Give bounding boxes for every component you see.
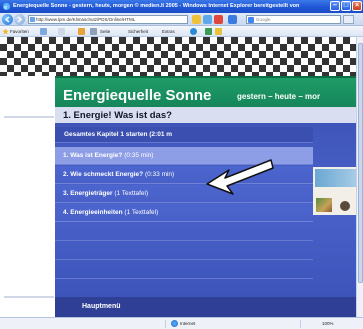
window-title-bar: e Energiequelle Sonne - gestern, heute, …: [0, 0, 363, 13]
main-menu-link[interactable]: Hauptmenü: [55, 297, 356, 317]
site-title: Energiequelle Sonne: [63, 87, 212, 104]
start-full-chapter-label: Gesamtes Kapitel 1 starten (2:01 m: [64, 131, 172, 138]
menu-item-label: 2. Wie schmeckt Energie? (0:33 min): [63, 171, 174, 178]
left-margin: [0, 76, 55, 317]
site-banner: Energiequelle Sonne gestern – heute – mo…: [55, 76, 356, 107]
empty-row: [55, 223, 313, 241]
home-icon[interactable]: [78, 28, 85, 35]
menu-item-title: 1. Was ist Energie?: [63, 152, 123, 159]
page-icon: [30, 17, 35, 22]
web-page: Energiequelle Sonne gestern – heute – mo…: [0, 37, 356, 317]
page-menu[interactable]: Seite: [100, 29, 110, 34]
tabs-icon[interactable]: [58, 28, 65, 35]
forward-arrow-icon: [17, 16, 23, 23]
landscape-thumbnail-image: [316, 198, 332, 212]
stop-icon[interactable]: [214, 15, 223, 24]
site-subtitle: gestern – heute – mor: [237, 92, 321, 101]
command-bar: Favoriten Seite Sicherheit Extras: [0, 26, 363, 37]
security-menu[interactable]: Sicherheit: [128, 29, 148, 34]
checker-pattern-header: [0, 37, 356, 76]
search-placeholder: Google: [256, 17, 271, 22]
google-icon: [248, 17, 254, 23]
zoom-level[interactable]: 100%: [322, 321, 334, 326]
divider: [4, 296, 54, 298]
back-button[interactable]: [2, 14, 13, 25]
search-input[interactable]: Google: [246, 15, 341, 24]
menu-item-meta: (1 Texttafel): [124, 209, 159, 216]
divider: [4, 116, 54, 118]
internet-explorer-icon: e: [2, 2, 11, 11]
menu-item-meta: (0:35 min): [124, 152, 154, 159]
back-arrow-icon: [4, 16, 10, 23]
address-bar-row: http://www.lpm.de/Klimaschutz/PDS/Online…: [0, 13, 363, 26]
menu-item-label: 1. Was ist Energie? (0:35 min): [63, 152, 153, 159]
refresh-icon[interactable]: [203, 15, 212, 24]
forward-button[interactable]: [14, 14, 25, 25]
empty-row: [55, 261, 313, 279]
messenger-icon[interactable]: [215, 28, 222, 35]
close-button[interactable]: ×: [352, 1, 362, 11]
start-full-chapter-link[interactable]: Gesamtes Kapitel 1 starten (2:01 m: [55, 127, 313, 143]
vertical-scrollbar[interactable]: [356, 37, 363, 317]
minimize-button[interactable]: –: [330, 1, 340, 11]
menu-item-label: 4. Energieeinheiten (1 Texttafel): [63, 209, 158, 216]
search-button[interactable]: [343, 15, 354, 24]
empty-row: [55, 242, 313, 260]
security-zone-label: Internet: [180, 321, 196, 326]
svg-text:e: e: [4, 4, 7, 11]
help-icon[interactable]: [190, 28, 197, 35]
status-divider: [300, 320, 301, 328]
main-menu-label: Hauptmenü: [82, 303, 121, 310]
object-thumbnail-image: [340, 201, 350, 211]
address-input[interactable]: http://www.lpm.de/Klimaschutz/PDS/Online…: [28, 15, 188, 24]
menu-item-title: 4. Energieeinheiten: [63, 209, 123, 216]
menu-item-energieeinheiten[interactable]: 4. Energieeinheiten (1 Texttafel): [55, 204, 313, 222]
favorites-label[interactable]: Favoriten: [10, 29, 29, 34]
full-chapter-duration: (2:01 m: [149, 131, 173, 138]
status-bar: Internet 100%: [0, 317, 363, 329]
menu-item-meta: (0:33 min): [144, 171, 175, 178]
full-chapter-text: Gesamtes Kapitel 1 starten: [64, 131, 148, 138]
chapter-title: 1. Energie! Was ist das?: [63, 110, 172, 121]
sky-thumbnail-image: [315, 169, 356, 187]
pointer-arrow-overlay: [206, 159, 274, 195]
status-divider: [165, 320, 166, 328]
menu-item-meta: (1 Texttafel): [114, 190, 149, 197]
address-text: http://www.lpm.de/Klimaschutz/PDS/Online…: [36, 17, 136, 22]
add-favorites-icon[interactable]: [40, 28, 47, 35]
maximize-button[interactable]: □: [341, 1, 351, 11]
chapter-header: 1. Energie! Was ist das?: [55, 107, 356, 123]
menu-item-label: 3. Energieträger (1 Texttafel): [63, 190, 148, 197]
research-icon[interactable]: [205, 28, 212, 35]
internet-zone-icon: [171, 320, 178, 327]
scrollbar-thumb[interactable]: [358, 43, 363, 283]
tools-menu[interactable]: Extras: [162, 29, 175, 34]
menu-item-title: 2. Wie schmeckt Energie?: [63, 171, 144, 178]
search-provider-icon[interactable]: [228, 15, 237, 24]
compatibility-icon[interactable]: [192, 15, 201, 24]
print-icon[interactable]: [90, 28, 97, 35]
window-title: Energiequelle Sonne - gestern, heute, mo…: [13, 3, 300, 9]
favorites-star-icon[interactable]: [2, 28, 9, 35]
menu-item-title: 3. Energieträger: [63, 190, 113, 197]
